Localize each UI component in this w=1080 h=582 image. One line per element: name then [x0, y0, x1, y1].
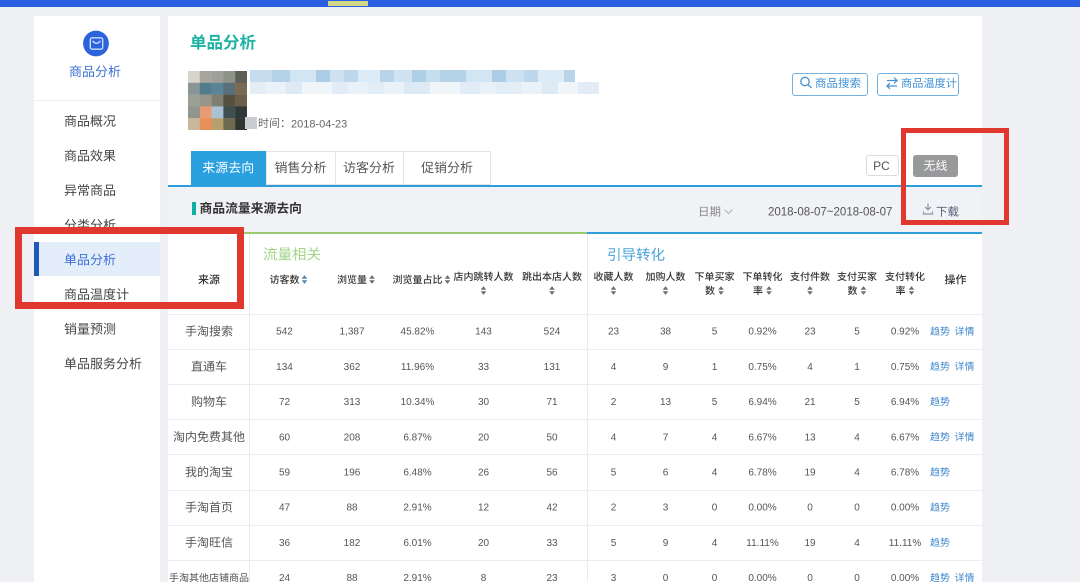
svg-text:2.91%: 2.91% [403, 503, 431, 514]
svg-text:0: 0 [854, 503, 860, 514]
svg-text:36: 36 [279, 538, 291, 549]
svg-text:0.92%: 0.92% [748, 327, 776, 338]
svg-text:20: 20 [478, 538, 490, 549]
svg-text:6.78%: 6.78% [748, 468, 776, 479]
svg-text:0: 0 [807, 573, 813, 582]
svg-text:4: 4 [854, 432, 860, 443]
svg-text:134: 134 [276, 362, 293, 373]
svg-text:26: 26 [478, 468, 490, 479]
svg-text:PC: PC [873, 159, 890, 173]
svg-text:45.82%: 45.82% [401, 327, 435, 338]
svg-text:9: 9 [663, 538, 669, 549]
svg-text:4: 4 [712, 468, 718, 479]
svg-text:6: 6 [663, 468, 669, 479]
svg-text:0: 0 [712, 573, 718, 582]
svg-text:8: 8 [481, 573, 487, 582]
svg-text:313: 313 [344, 397, 361, 408]
svg-text:13: 13 [804, 432, 816, 443]
svg-text:0.75%: 0.75% [748, 362, 776, 373]
svg-text:0.00%: 0.00% [891, 573, 919, 582]
svg-text:38: 38 [660, 327, 672, 338]
svg-text:6.94%: 6.94% [748, 397, 776, 408]
svg-text:2018-08-07~2018-08-07: 2018-08-07~2018-08-07 [768, 207, 892, 219]
svg-text:30: 30 [478, 397, 490, 408]
svg-text:0: 0 [712, 503, 718, 514]
svg-text:19: 19 [804, 538, 816, 549]
svg-text:0: 0 [663, 573, 669, 582]
svg-text:88: 88 [346, 503, 358, 514]
svg-text:524: 524 [544, 327, 561, 338]
svg-text:3: 3 [663, 503, 669, 514]
svg-text:23: 23 [608, 327, 620, 338]
svg-text:5: 5 [611, 538, 617, 549]
svg-text:21: 21 [804, 397, 816, 408]
svg-text:12: 12 [478, 503, 490, 514]
svg-text:182: 182 [344, 538, 361, 549]
svg-text:6.67%: 6.67% [748, 432, 776, 443]
svg-text:33: 33 [546, 538, 558, 549]
svg-text:42: 42 [546, 503, 558, 514]
svg-text:362: 362 [344, 362, 361, 373]
svg-text:47: 47 [279, 503, 291, 514]
svg-text:72: 72 [279, 397, 291, 408]
svg-text:4: 4 [854, 468, 860, 479]
svg-text:13: 13 [660, 397, 672, 408]
svg-text:6.87%: 6.87% [403, 432, 431, 443]
svg-text:9: 9 [663, 362, 669, 373]
svg-text:59: 59 [279, 468, 291, 479]
svg-text:1: 1 [854, 362, 860, 373]
svg-text:11.11%: 11.11% [746, 538, 779, 549]
svg-text:4: 4 [807, 362, 813, 373]
svg-text:6.01%: 6.01% [403, 538, 431, 549]
svg-text:3: 3 [611, 573, 617, 582]
svg-text:56: 56 [546, 468, 558, 479]
svg-text:5: 5 [712, 397, 718, 408]
svg-text:4: 4 [712, 538, 718, 549]
svg-text:2.91%: 2.91% [403, 573, 431, 582]
svg-text:5: 5 [611, 468, 617, 479]
svg-text:208: 208 [344, 432, 361, 443]
svg-text:88: 88 [346, 573, 358, 582]
svg-text:6.48%: 6.48% [403, 468, 431, 479]
svg-text:143: 143 [475, 327, 492, 338]
svg-text:5: 5 [712, 327, 718, 338]
svg-text:2018-04-23: 2018-04-23 [291, 118, 347, 130]
svg-text:0.00%: 0.00% [748, 503, 776, 514]
svg-text:6.94%: 6.94% [891, 397, 919, 408]
svg-text:6.67%: 6.67% [891, 432, 919, 443]
svg-text:5: 5 [854, 397, 860, 408]
svg-text:196: 196 [344, 468, 361, 479]
svg-text:0.00%: 0.00% [891, 503, 919, 514]
svg-text:0.92%: 0.92% [891, 327, 919, 338]
svg-text:11.11%: 11.11% [889, 538, 922, 549]
svg-text:4: 4 [712, 432, 718, 443]
svg-text:2: 2 [611, 397, 617, 408]
svg-text:542: 542 [276, 327, 293, 338]
svg-text:33: 33 [478, 362, 490, 373]
svg-text:0: 0 [807, 503, 813, 514]
svg-text:131: 131 [544, 362, 561, 373]
svg-text:71: 71 [546, 397, 558, 408]
svg-text:20: 20 [478, 432, 490, 443]
svg-text:1: 1 [712, 362, 718, 373]
svg-text:10.34%: 10.34% [401, 397, 435, 408]
svg-text:2: 2 [611, 503, 617, 514]
svg-text:6.78%: 6.78% [891, 468, 919, 479]
svg-text:11.96%: 11.96% [401, 362, 434, 373]
svg-text:23: 23 [546, 573, 558, 582]
svg-text:0: 0 [854, 573, 860, 582]
svg-text:5: 5 [854, 327, 860, 338]
svg-text:0.75%: 0.75% [891, 362, 919, 373]
svg-text:23: 23 [804, 327, 816, 338]
svg-text:4: 4 [854, 538, 860, 549]
svg-text:4: 4 [611, 432, 617, 443]
svg-text:7: 7 [663, 432, 669, 443]
svg-text:1,387: 1,387 [339, 327, 364, 338]
svg-text:24: 24 [279, 573, 291, 582]
svg-text:19: 19 [804, 468, 816, 479]
svg-text:4: 4 [611, 362, 617, 373]
svg-text:60: 60 [279, 432, 291, 443]
svg-text:50: 50 [546, 432, 558, 443]
svg-text:0.00%: 0.00% [748, 573, 776, 582]
